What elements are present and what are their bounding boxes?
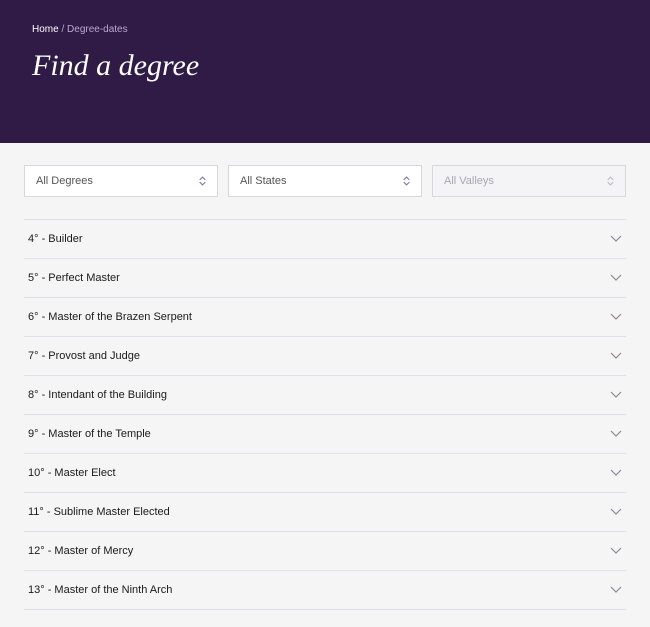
- chevron-down-icon: [610, 313, 622, 321]
- breadcrumb-current: Degree-dates: [67, 24, 128, 35]
- degree-label: 7° - Provost and Judge: [28, 350, 140, 362]
- filter-valleys-label: All Valleys: [444, 175, 494, 187]
- page-header: Home / Degree-dates Find a degree: [0, 0, 650, 143]
- breadcrumb-home[interactable]: Home: [32, 24, 59, 35]
- select-arrows-icon: [199, 176, 206, 186]
- select-arrows-icon: [607, 176, 614, 186]
- degree-item[interactable]: 12° - Master of Mercy: [24, 532, 626, 571]
- degree-label: 4° - Builder: [28, 233, 83, 245]
- filter-degrees-label: All Degrees: [36, 175, 93, 187]
- chevron-down-icon: [610, 508, 622, 516]
- content-area: All Degrees All States All Valleys 4° - …: [0, 143, 650, 610]
- filter-valleys-select: All Valleys: [432, 165, 626, 197]
- chevron-down-icon: [610, 274, 622, 282]
- degree-label: 9° - Master of the Temple: [28, 428, 151, 440]
- filter-degrees-select[interactable]: All Degrees: [24, 165, 218, 197]
- degree-label: 10° - Master Elect: [28, 467, 116, 479]
- chevron-down-icon: [610, 586, 622, 594]
- chevron-down-icon: [610, 469, 622, 477]
- degree-label: 11° - Sublime Master Elected: [28, 506, 170, 518]
- chevron-down-icon: [610, 391, 622, 399]
- degree-item[interactable]: 13° - Master of the Ninth Arch: [24, 571, 626, 610]
- filter-states-select[interactable]: All States: [228, 165, 422, 197]
- page-title: Find a degree: [32, 49, 618, 83]
- degree-item[interactable]: 11° - Sublime Master Elected: [24, 493, 626, 532]
- degree-label: 5° - Perfect Master: [28, 272, 120, 284]
- chevron-down-icon: [610, 352, 622, 360]
- degree-item[interactable]: 8° - Intendant of the Building: [24, 376, 626, 415]
- degree-label: 13° - Master of the Ninth Arch: [28, 584, 172, 596]
- degree-item[interactable]: 4° - Builder: [24, 220, 626, 259]
- degree-label: 8° - Intendant of the Building: [28, 389, 167, 401]
- degree-label: 12° - Master of Mercy: [28, 545, 133, 557]
- degree-item[interactable]: 9° - Master of the Temple: [24, 415, 626, 454]
- chevron-down-icon: [610, 430, 622, 438]
- breadcrumb-separator: /: [61, 24, 64, 35]
- degree-item[interactable]: 10° - Master Elect: [24, 454, 626, 493]
- degree-list: 4° - Builder 5° - Perfect Master 6° - Ma…: [24, 219, 626, 610]
- degree-item[interactable]: 7° - Provost and Judge: [24, 337, 626, 376]
- breadcrumb: Home / Degree-dates: [32, 24, 618, 35]
- chevron-down-icon: [610, 235, 622, 243]
- select-arrows-icon: [403, 176, 410, 186]
- filter-states-label: All States: [240, 175, 286, 187]
- degree-item[interactable]: 6° - Master of the Brazen Serpent: [24, 298, 626, 337]
- degree-item[interactable]: 5° - Perfect Master: [24, 259, 626, 298]
- chevron-down-icon: [610, 547, 622, 555]
- degree-label: 6° - Master of the Brazen Serpent: [28, 311, 192, 323]
- filter-row: All Degrees All States All Valleys: [24, 165, 626, 197]
